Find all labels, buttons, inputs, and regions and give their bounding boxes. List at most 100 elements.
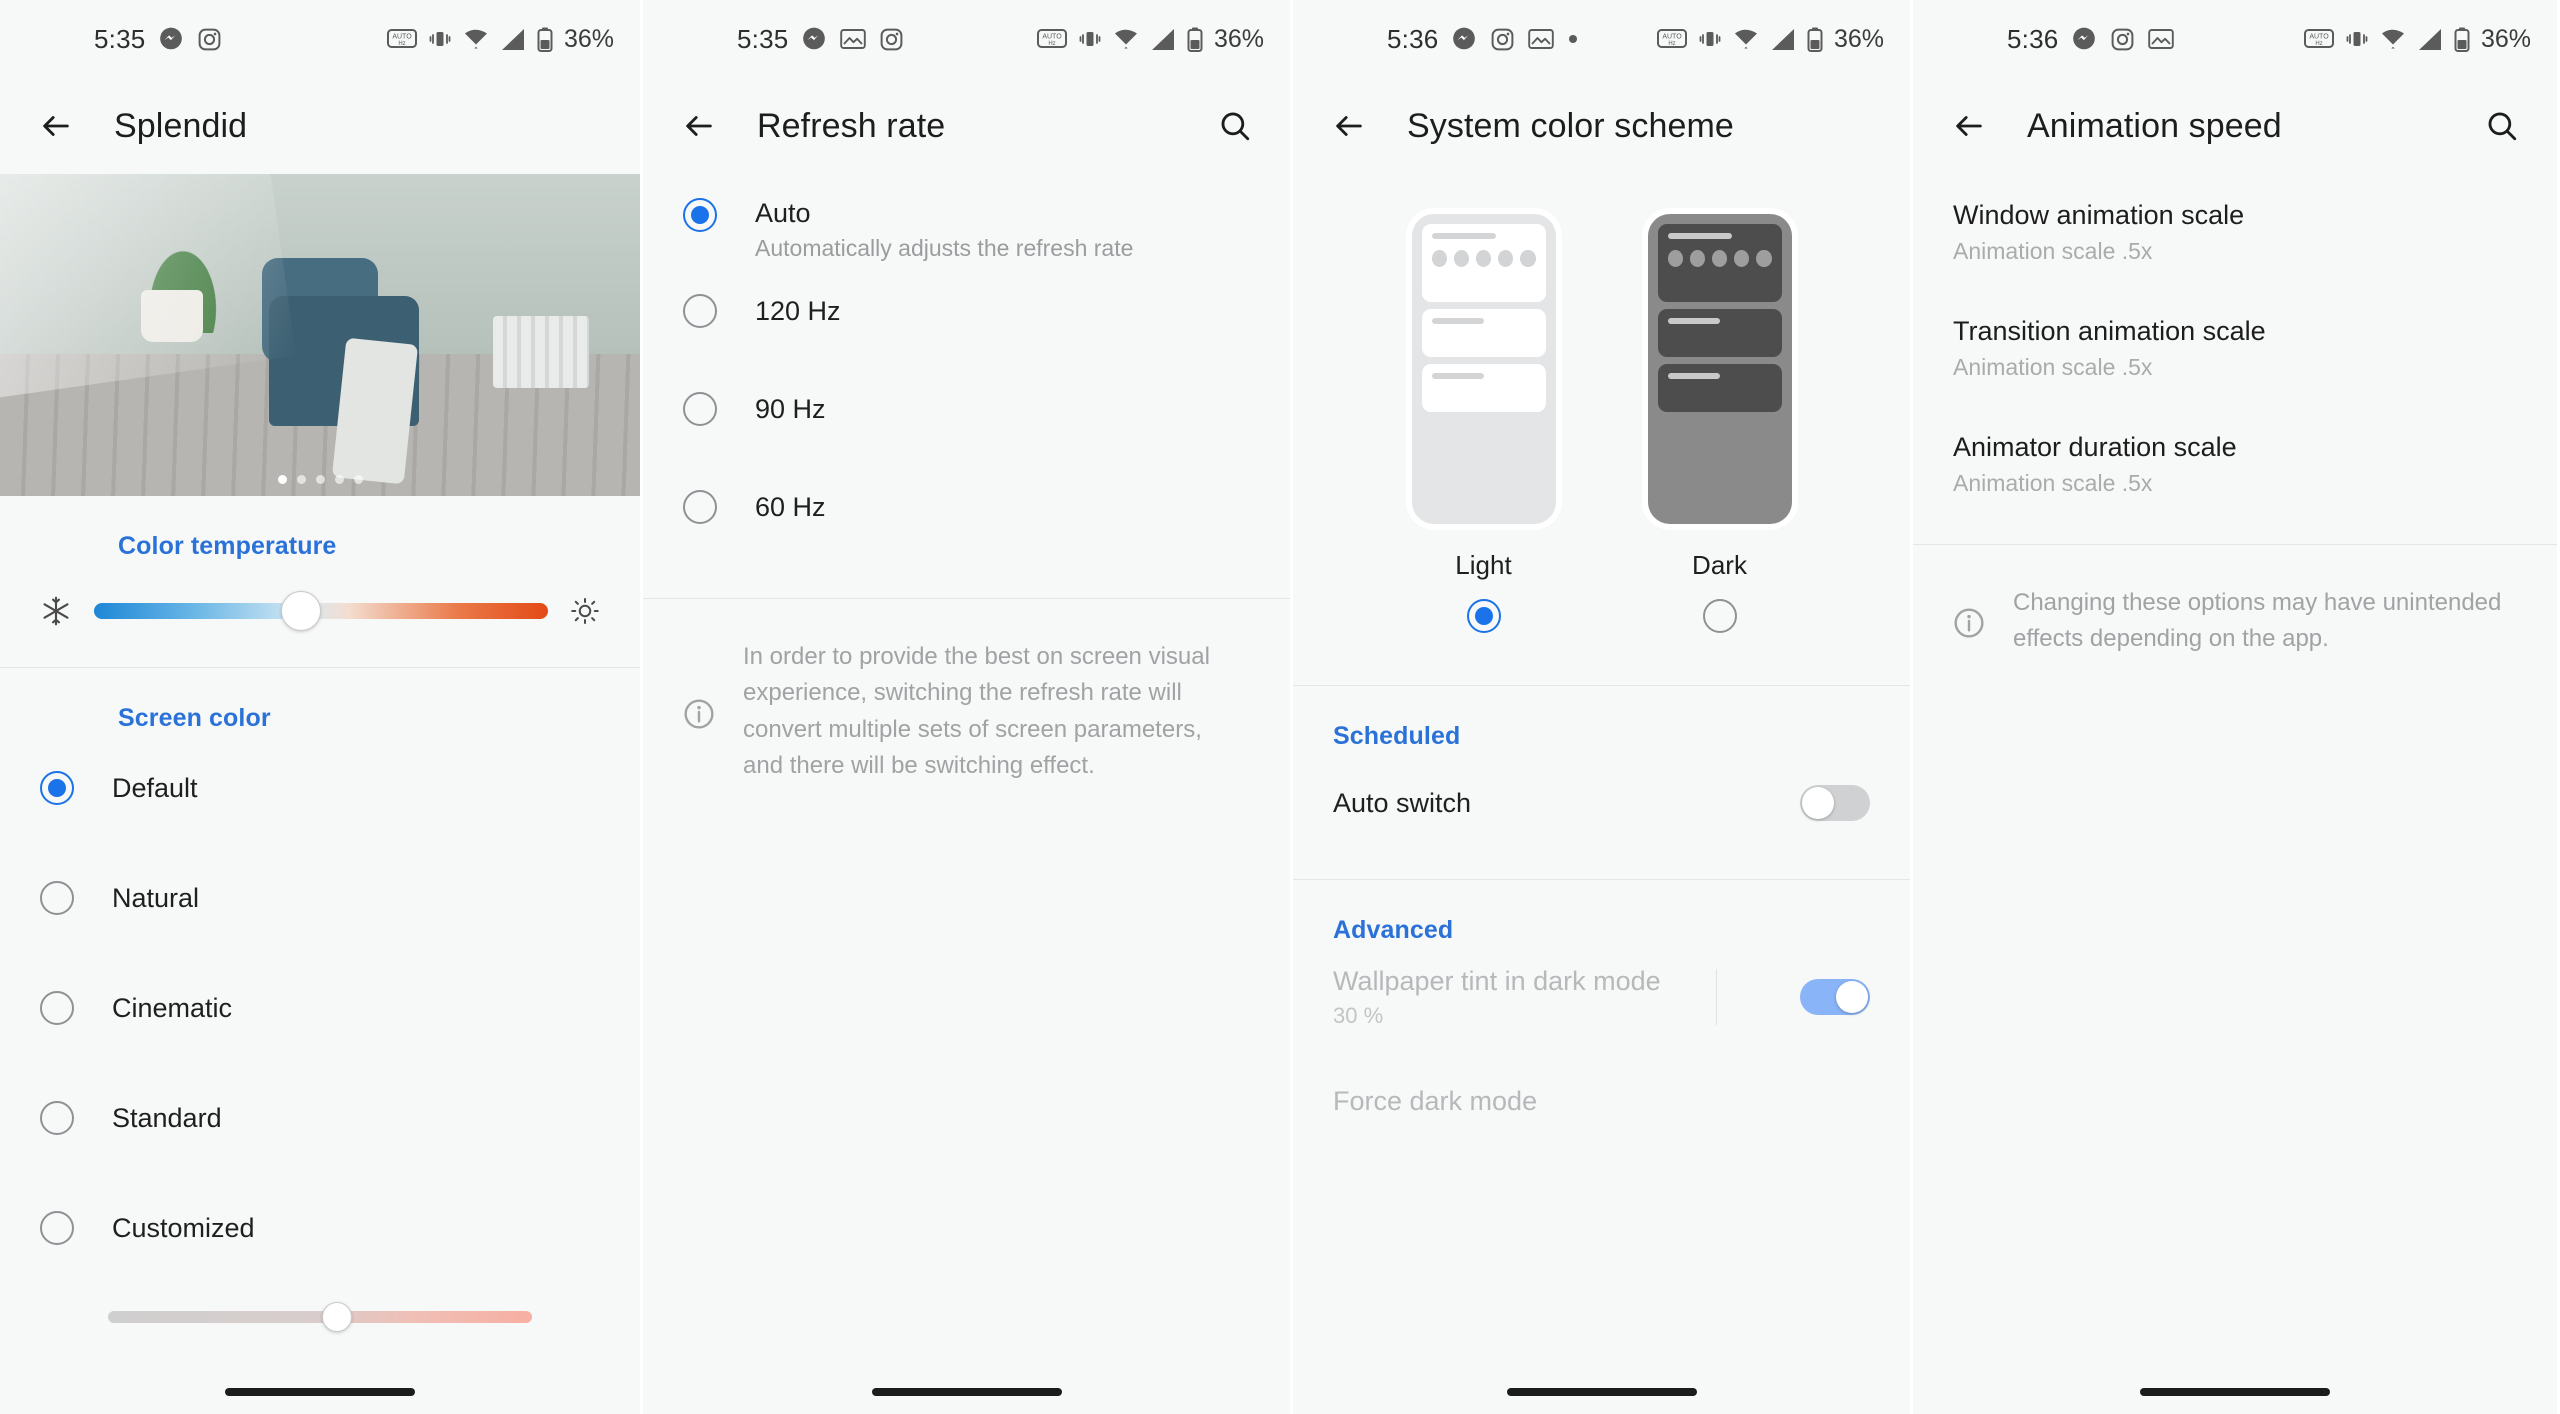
vibrate-icon: [1078, 27, 1102, 51]
slider-thumb[interactable]: [280, 591, 321, 631]
option-label: Customized: [112, 1212, 255, 1243]
svg-text:Hz: Hz: [2315, 41, 2322, 47]
color-temperature-heading: Color temperature: [118, 532, 337, 560]
scheme-option-dark[interactable]: Dark: [1647, 214, 1792, 633]
refresh-option-auto[interactable]: Auto Automatically adjusts the refresh r…: [643, 174, 1290, 262]
photos-icon: [840, 28, 867, 50]
instagram-icon: [879, 27, 904, 52]
svg-text:Hz: Hz: [398, 41, 405, 47]
radio-icon[interactable]: [683, 294, 717, 328]
svg-text:AUTO: AUTO: [1042, 34, 1062, 41]
option-label: Cinematic: [112, 992, 233, 1023]
refresh-option-90hz[interactable]: 90 Hz: [643, 360, 1290, 458]
screen-color-option-natural[interactable]: Natural: [0, 843, 640, 953]
status-bar: 5:35 AUTO Hz 36%: [643, 0, 1290, 78]
back-arrow-icon[interactable]: [671, 98, 727, 154]
radio-icon[interactable]: [683, 198, 717, 232]
status-bar: 5:36 AUTO Hz 36%: [1293, 0, 1910, 78]
advanced-heading: Advanced: [1333, 916, 1454, 944]
scheduled-heading: Scheduled: [1333, 722, 1461, 750]
signal-icon: [2417, 28, 2443, 51]
option-label: Standard: [112, 1102, 222, 1133]
screen-color-option-customized[interactable]: Customized: [0, 1173, 640, 1283]
list-item-title: Animator duration scale: [1953, 431, 2237, 462]
option-label: Default: [112, 772, 198, 803]
auto-switch-row[interactable]: Auto switch: [1293, 751, 1910, 855]
preview-carousel[interactable]: [0, 174, 640, 496]
screen-color-option-default[interactable]: Default: [0, 733, 640, 843]
slider-thumb[interactable]: [321, 1302, 352, 1332]
refresh-option-60hz[interactable]: 60 Hz: [643, 458, 1290, 556]
messenger-icon: [801, 26, 827, 52]
dark-preview-thumbnail[interactable]: [1647, 214, 1792, 524]
radio-icon[interactable]: [1466, 599, 1501, 633]
battery-icon: [2454, 27, 2470, 52]
status-bar-left: 5:35: [94, 24, 222, 55]
messenger-icon: [158, 26, 184, 52]
force-dark-mode-row: Force dark mode: [1293, 1049, 1910, 1153]
back-arrow-icon[interactable]: [28, 98, 84, 154]
slider-track[interactable]: [108, 1302, 532, 1332]
customized-slider[interactable]: [0, 1283, 640, 1332]
radio-icon[interactable]: [683, 392, 717, 426]
radio-icon[interactable]: [40, 1211, 74, 1245]
battery-percent: 36%: [1833, 24, 1884, 53]
radio-icon[interactable]: [40, 1101, 74, 1135]
sun-icon: [570, 596, 600, 626]
slider-track[interactable]: [94, 591, 548, 631]
refresh-option-120hz[interactable]: 120 Hz: [643, 262, 1290, 360]
wifi-icon: [463, 28, 489, 50]
light-preview-thumbnail[interactable]: [1411, 214, 1556, 524]
gesture-bar: [2140, 1388, 2330, 1396]
carousel-dots: [0, 475, 640, 484]
radio-icon[interactable]: [1702, 599, 1737, 633]
page-title: Refresh rate: [757, 106, 946, 145]
status-bar-left: 5:36: [1387, 24, 1579, 55]
wallpaper-tint-row: Wallpaper tint in dark mode 30 %: [1293, 945, 1910, 1049]
status-bar-right: AUTO Hz 36%: [1036, 24, 1264, 54]
dot-icon: [1567, 33, 1579, 45]
status-bar: 5:35 AUTO Hz 36%: [0, 0, 640, 78]
scheme-option-light[interactable]: Light: [1411, 214, 1556, 633]
auto-switch-toggle[interactable]: [1800, 785, 1870, 821]
photos-icon: [1528, 28, 1555, 50]
battery-icon: [1187, 27, 1203, 52]
wifi-icon: [1113, 28, 1139, 50]
radio-icon[interactable]: [40, 991, 74, 1025]
photos-icon: [2148, 28, 2175, 50]
screen-color-option-cinematic[interactable]: Cinematic: [0, 953, 640, 1063]
info-note: Changing these options may have unintend…: [1913, 545, 2557, 658]
list-item-window-animation-scale[interactable]: Window animation scale Animation scale .…: [1913, 174, 2557, 290]
battery-percent: 36%: [2480, 24, 2531, 53]
back-arrow-icon[interactable]: [1321, 98, 1377, 154]
wallpaper-tint-label: Wallpaper tint in dark mode: [1333, 965, 1661, 996]
app-bar: Refresh rate: [643, 78, 1290, 174]
auto-hz-icon: AUTO Hz: [1036, 28, 1067, 50]
option-label: 60 Hz: [755, 491, 826, 522]
status-clock: 5:36: [2007, 23, 2059, 54]
svg-text:Hz: Hz: [1668, 41, 1675, 47]
radio-icon[interactable]: [40, 771, 74, 805]
list-item-subtitle: Animation scale .5x: [1953, 237, 2153, 264]
search-icon[interactable]: [2475, 99, 2529, 153]
radio-icon[interactable]: [683, 490, 717, 524]
status-bar-left: 5:36: [2007, 23, 2175, 55]
instagram-icon: [2110, 27, 2135, 52]
list-item-transition-animation-scale[interactable]: Transition animation scale Animation sca…: [1913, 290, 2557, 406]
scheme-label: Dark: [1692, 550, 1747, 580]
color-temperature-slider[interactable]: [0, 561, 640, 667]
signal-icon: [1770, 28, 1796, 51]
back-arrow-icon[interactable]: [1941, 98, 1997, 154]
status-bar: 5:36 AUTO Hz 36%: [1913, 0, 2557, 78]
screen-color-option-standard[interactable]: Standard: [0, 1063, 640, 1173]
list-item-animator-duration-scale[interactable]: Animator duration scale Animation scale …: [1913, 406, 2557, 522]
panel-system-color-scheme: 5:36 AUTO Hz 36% System color scheme Lig…: [1290, 0, 1910, 1414]
wallpaper-tint-toggle[interactable]: [1800, 979, 1870, 1015]
radio-icon[interactable]: [40, 881, 74, 915]
battery-percent: 36%: [563, 24, 614, 53]
page-title: Splendid: [114, 106, 248, 145]
battery-percent: 36%: [1213, 24, 1264, 53]
search-icon[interactable]: [1208, 99, 1262, 153]
info-text: Changing these options may have unintend…: [2013, 589, 2502, 653]
auto-hz-icon: AUTO Hz: [386, 28, 417, 50]
